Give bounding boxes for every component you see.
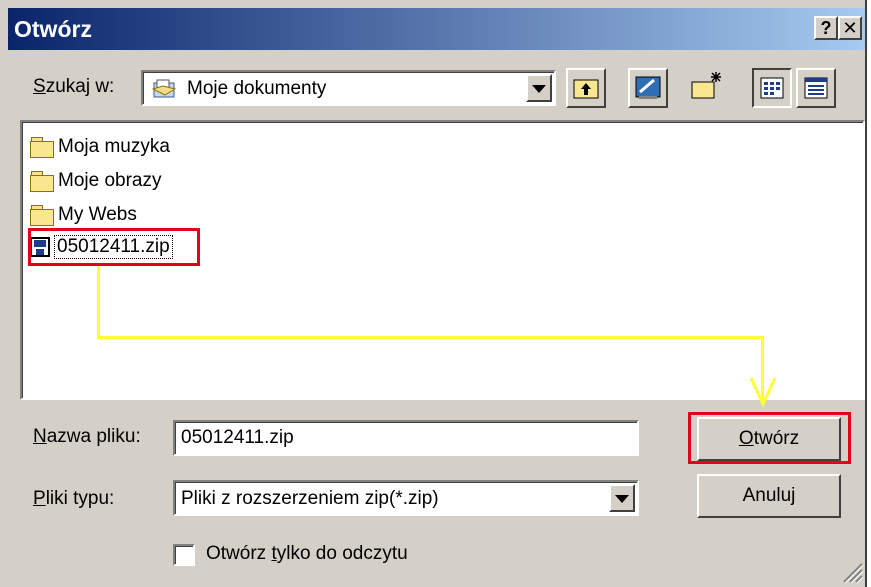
list-item-label: My Webs bbox=[58, 204, 137, 225]
arrow-head-icon bbox=[749, 377, 777, 408]
list-item[interactable]: Moje obrazy bbox=[30, 166, 162, 196]
list-item-label: Moja muzyka bbox=[58, 136, 170, 157]
arrow-line-vertical-1 bbox=[97, 266, 100, 338]
window-title: Otwórz bbox=[14, 16, 92, 42]
folder-icon bbox=[30, 205, 54, 226]
lookin-value: Moje dokumenty bbox=[187, 78, 327, 99]
desktop-icon bbox=[635, 76, 661, 99]
file-highlight-box bbox=[28, 228, 200, 266]
lookin-combo[interactable]: Moje dokumenty bbox=[141, 70, 556, 106]
up-one-level-button[interactable] bbox=[566, 68, 606, 108]
list-view-icon bbox=[760, 77, 784, 99]
details-view-button[interactable] bbox=[796, 68, 836, 108]
chevron-down-icon bbox=[532, 85, 546, 93]
filename-label: Nazwa pliku: bbox=[33, 426, 141, 447]
open-dialog: Otwórz ? ✕ Szukaj w: Moje dokumenty Moja… bbox=[0, 0, 867, 587]
list-view-button[interactable] bbox=[752, 68, 792, 108]
filetype-value: Pliki z rozszerzeniem zip(*.zip) bbox=[181, 488, 439, 509]
details-view-icon bbox=[804, 77, 828, 99]
help-button[interactable]: ? bbox=[814, 16, 838, 40]
open-button[interactable]: Otwórz bbox=[697, 417, 841, 461]
folder-icon bbox=[30, 137, 54, 158]
filetype-combo[interactable]: Pliki z rozszerzeniem zip(*.zip) bbox=[173, 480, 639, 516]
lookin-dropdown-button[interactable] bbox=[526, 74, 552, 102]
new-folder-button[interactable] bbox=[686, 68, 726, 108]
up-one-level-icon bbox=[573, 79, 599, 99]
arrow-line-horizontal bbox=[97, 336, 764, 339]
list-item[interactable]: My Webs bbox=[30, 200, 137, 230]
filename-value: 05012411.zip bbox=[181, 427, 294, 448]
lookin-label: Szukaj w: bbox=[33, 76, 115, 97]
title-bar[interactable]: Otwórz ? ✕ bbox=[8, 8, 865, 50]
folder-icon bbox=[30, 171, 54, 192]
new-folder-icon bbox=[691, 72, 721, 99]
resize-grip-icon[interactable] bbox=[840, 560, 864, 584]
list-item[interactable]: Moja muzyka bbox=[30, 132, 170, 162]
my-documents-icon bbox=[151, 79, 177, 98]
filename-input[interactable]: 05012411.zip bbox=[173, 420, 639, 456]
cancel-button[interactable]: Anuluj bbox=[697, 474, 841, 518]
chevron-down-icon bbox=[615, 495, 629, 503]
close-button[interactable]: ✕ bbox=[838, 16, 862, 40]
filetype-label: Pliki typu: bbox=[33, 488, 115, 509]
list-item-label: Moje obrazy bbox=[58, 170, 162, 191]
readonly-checkbox[interactable] bbox=[173, 544, 195, 566]
desktop-button[interactable] bbox=[628, 68, 668, 108]
readonly-label[interactable]: Otwórz tylko do odczytu bbox=[206, 543, 408, 565]
filetype-dropdown-button[interactable] bbox=[609, 484, 635, 512]
